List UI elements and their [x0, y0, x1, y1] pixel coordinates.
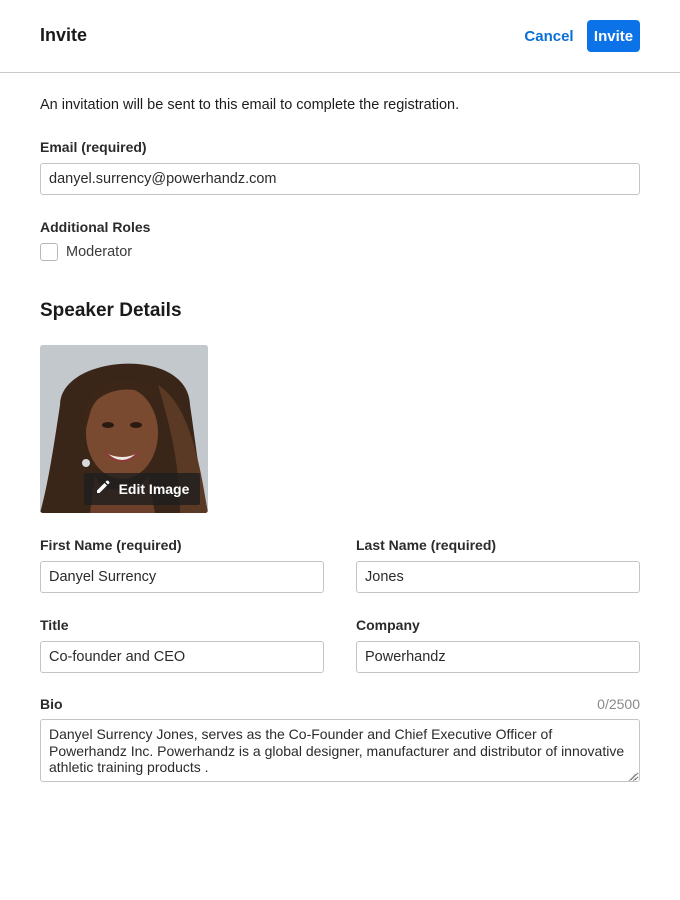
invite-button[interactable]: Invite — [587, 20, 640, 52]
pencil-icon — [95, 479, 111, 500]
speaker-details-heading: Speaker Details — [40, 300, 182, 321]
intro-text: An invitation will be sent to this email… — [40, 97, 460, 113]
additional-roles-label: Additional Roles — [40, 219, 151, 235]
email-field[interactable] — [40, 163, 640, 195]
first-name-field[interactable] — [40, 561, 324, 593]
last-name-field[interactable] — [356, 561, 640, 593]
company-label: Company — [356, 617, 420, 633]
title-label: Title — [40, 617, 69, 633]
last-name-label: Last Name (required) — [356, 537, 497, 553]
title-field[interactable] — [40, 641, 324, 673]
dialog-title: Invite — [40, 25, 88, 45]
first-name-label: First Name (required) — [40, 537, 182, 553]
moderator-checkbox[interactable] — [40, 243, 58, 261]
bio-character-counter: 0/2500 — [597, 696, 640, 712]
bio-label: Bio — [40, 696, 63, 712]
bio-textarea[interactable]: Danyel Surrency Jones, serves as the Co-… — [40, 719, 640, 782]
cancel-button[interactable]: Cancel — [520, 20, 578, 52]
company-field[interactable] — [356, 641, 640, 673]
edit-image-label: Edit Image — [118, 481, 190, 497]
dialog-header: Invite Cancel Invite — [0, 0, 680, 73]
email-label: Email (required) — [40, 139, 147, 155]
moderator-label[interactable]: Moderator — [66, 244, 132, 260]
edit-image-button[interactable]: Edit Image — [84, 473, 200, 505]
